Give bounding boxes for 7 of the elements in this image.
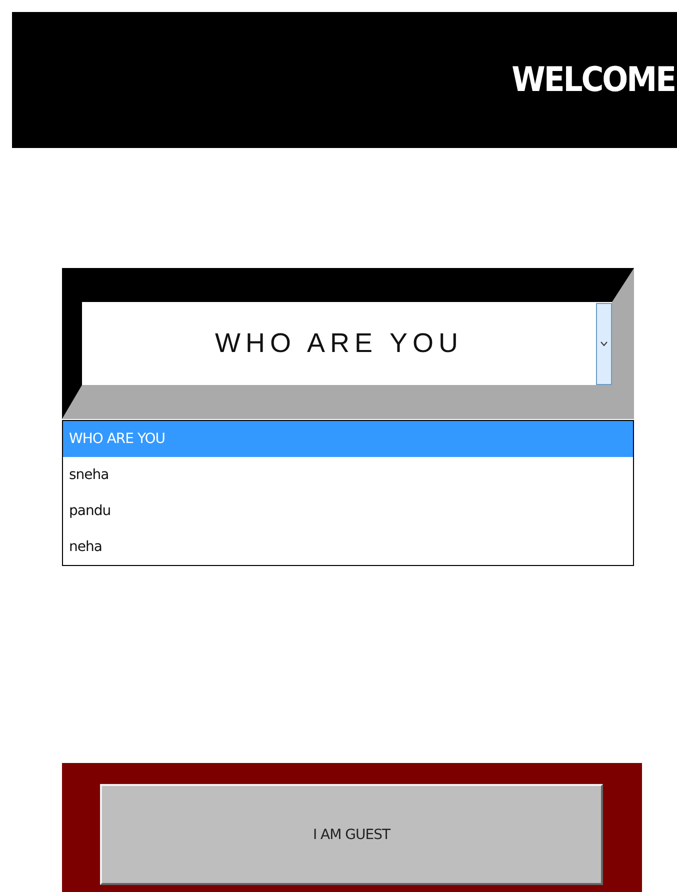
guest-button[interactable]: I AM GUEST bbox=[100, 784, 603, 885]
dropdown-option[interactable]: pandu bbox=[63, 493, 633, 529]
dropdown-toggle[interactable] bbox=[596, 302, 612, 384]
chevron-down-icon bbox=[600, 340, 608, 346]
dropdown-option[interactable]: neha bbox=[63, 529, 633, 565]
dropdown-option[interactable]: sneha bbox=[63, 457, 633, 493]
welcome-title: WELCOME bbox=[512, 60, 675, 100]
